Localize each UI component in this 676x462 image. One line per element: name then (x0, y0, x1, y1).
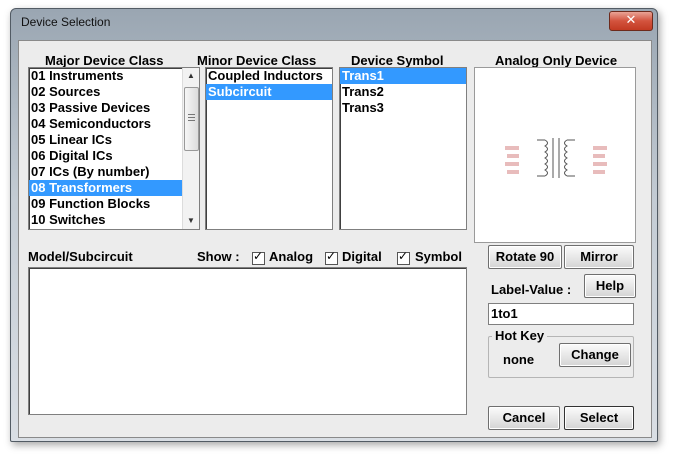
major-class-item[interactable]: 10 Switches (29, 212, 199, 228)
major-class-item[interactable]: 03 Passive Devices (29, 100, 199, 116)
window-title: Device Selection (21, 15, 111, 29)
device-symbol-item[interactable]: Trans3 (340, 100, 466, 116)
major-class-item[interactable]: 08 Transformers (29, 180, 199, 196)
major-class-item[interactable]: 02 Sources (29, 84, 199, 100)
digital-checkbox[interactable]: ✓ (325, 249, 338, 265)
rotate-90-button[interactable]: Rotate 90 (488, 245, 562, 269)
major-class-list[interactable]: 01 Instruments 02 Sources 03 Passive Devic… (28, 67, 200, 230)
model-subcircuit-textarea[interactable] (28, 267, 467, 415)
arrow-up-icon[interactable]: ▲ (183, 68, 199, 84)
major-class-item[interactable]: 05 Linear ICs (29, 132, 199, 148)
major-class-items: 01 Instruments 02 Sources 03 Passive Devic… (29, 68, 199, 228)
checkmark-icon: ✓ (326, 249, 337, 263)
symbol-preview (474, 67, 636, 243)
close-icon: ✕ (625, 13, 637, 28)
hot-key-legend: Hot Key (492, 328, 548, 343)
symbol-checkbox-label[interactable]: Symbol (415, 249, 462, 264)
analog-checkbox-label[interactable]: Analog (269, 249, 313, 264)
major-class-item[interactable]: 09 Function Blocks (29, 196, 199, 212)
minor-class-list[interactable]: Coupled Inductors Subcircuit (205, 67, 333, 230)
symbol-checkbox[interactable]: ✓ (397, 249, 410, 265)
device-symbol-items: Trans1 Trans2 Trans3 (340, 68, 466, 116)
major-class-item[interactable]: 07 ICs (By number) (29, 164, 199, 180)
title-bar[interactable]: Device Selection ✕ (11, 9, 657, 35)
minor-class-item[interactable]: Subcircuit (206, 84, 332, 100)
model-subcircuit-label: Model/Subcircuit (28, 249, 133, 264)
close-button[interactable]: ✕ (609, 11, 653, 31)
change-hotkey-button[interactable]: Change (559, 343, 631, 367)
scrollbar-thumb[interactable] (184, 87, 199, 151)
checkmark-icon: ✓ (398, 249, 409, 263)
device-selection-window: Device Selection ✕ Major Device Class Mi… (10, 8, 658, 442)
select-button[interactable]: Select (564, 406, 634, 430)
arrow-down-icon[interactable]: ▼ (183, 213, 199, 229)
digital-checkbox-label[interactable]: Digital (342, 249, 382, 264)
major-class-header: Major Device Class (45, 53, 164, 68)
major-class-item[interactable]: 01 Instruments (29, 68, 199, 84)
cancel-button[interactable]: Cancel (488, 406, 560, 430)
device-symbol-header: Device Symbol (351, 53, 444, 68)
transformer-symbol-icon (505, 138, 607, 178)
minor-class-header: Minor Device Class (197, 53, 317, 68)
hot-key-value: none (503, 352, 535, 367)
major-class-item[interactable]: 04 Semiconductors (29, 116, 199, 132)
major-class-item[interactable]: 06 Digital ICs (29, 148, 199, 164)
minor-class-item[interactable]: Coupled Inductors (206, 68, 332, 84)
label-value-label: Label-Value : (491, 282, 572, 297)
major-list-scrollbar[interactable]: ▲ ▼ (182, 68, 199, 229)
help-button[interactable]: Help (584, 274, 636, 298)
mirror-button[interactable]: Mirror (564, 245, 634, 269)
device-symbol-item[interactable]: Trans1 (340, 68, 466, 84)
label-value-input[interactable]: 1to1 (488, 303, 634, 325)
device-symbol-list[interactable]: Trans1 Trans2 Trans3 (339, 67, 467, 230)
dialog-client-area: Major Device Class Minor Device Class De… (18, 40, 652, 438)
minor-class-items: Coupled Inductors Subcircuit (206, 68, 332, 100)
show-label: Show : (197, 249, 240, 264)
analog-checkbox[interactable]: ✓ (252, 249, 265, 265)
checkmark-icon: ✓ (253, 249, 264, 263)
device-symbol-item[interactable]: Trans2 (340, 84, 466, 100)
analog-only-header: Analog Only Device (495, 53, 618, 68)
hot-key-group: Hot Key none Change (488, 328, 634, 378)
